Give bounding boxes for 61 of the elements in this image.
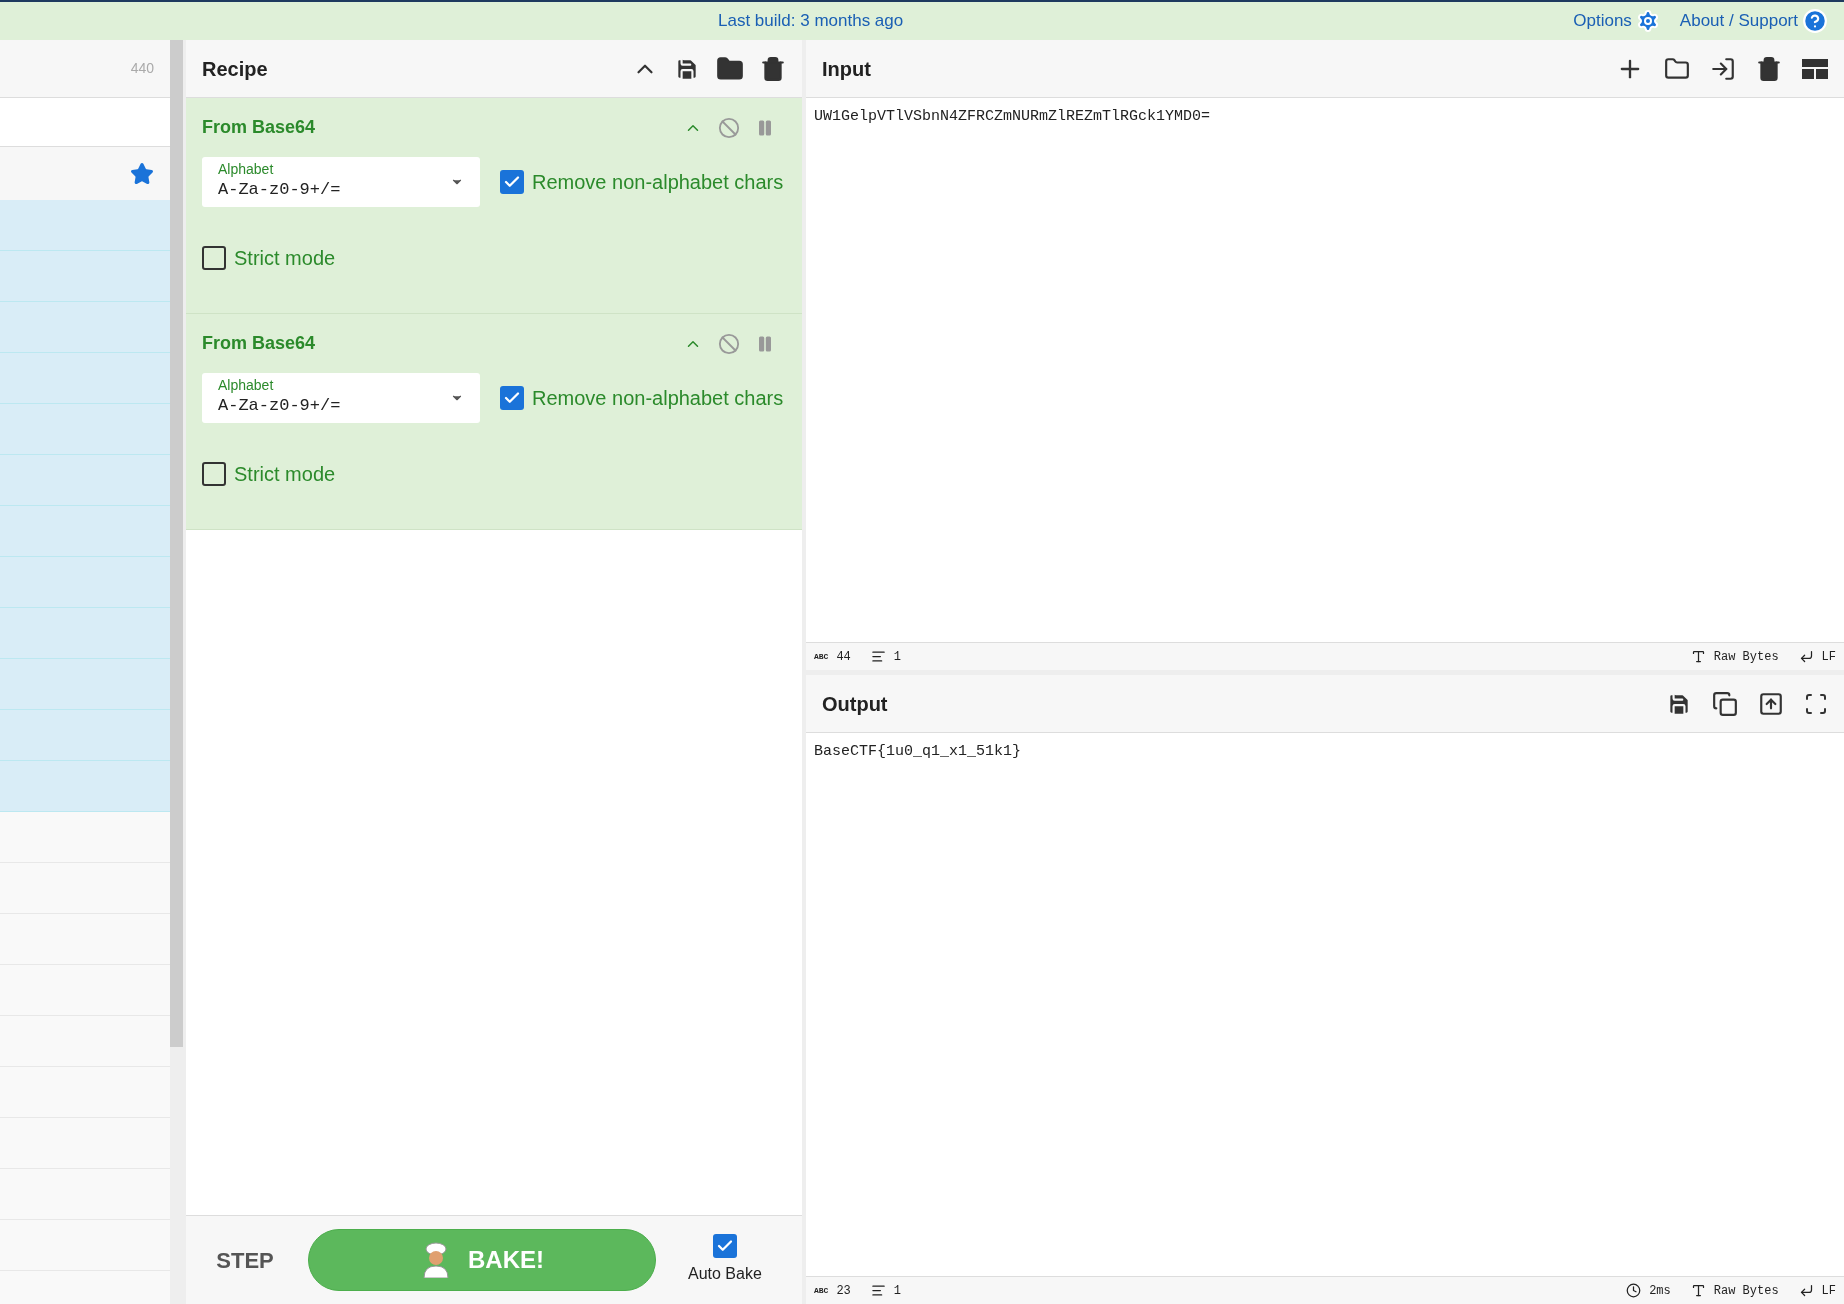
- help-icon[interactable]: [1802, 8, 1828, 34]
- checkbox[interactable]: [500, 170, 524, 194]
- chef-icon: [420, 1242, 452, 1278]
- operation-count: 440: [130, 59, 154, 78]
- checkbox[interactable]: [202, 246, 226, 270]
- settings-icon[interactable]: [1635, 9, 1660, 33]
- line-count: 1: [893, 648, 901, 666]
- lines-icon: [870, 1283, 886, 1298]
- folder-icon[interactable]: [716, 54, 744, 83]
- build-notice: Last build: 3 months ago: [718, 10, 904, 33]
- input-title: Input: [822, 56, 871, 82]
- recipe-title: Recipe: [202, 56, 268, 82]
- checkbox[interactable]: [202, 462, 226, 486]
- text-size-icon[interactable]: [1690, 649, 1706, 664]
- pause-icon[interactable]: [756, 118, 774, 137]
- import-icon[interactable]: [1710, 55, 1736, 82]
- length-count: 44: [836, 648, 851, 666]
- alphabet-dropdown[interactable]: Alphabet A-Za-z0-9+/=: [202, 157, 480, 207]
- encoding-label[interactable]: Raw Bytes: [1713, 647, 1779, 666]
- eol-label[interactable]: LF: [1821, 1281, 1836, 1300]
- top-link[interactable]: Options: [1573, 8, 1660, 34]
- folder-icon[interactable]: [1664, 55, 1690, 82]
- clock-icon: [1626, 1283, 1642, 1298]
- checkbox-label: Remove non-alphabet chars: [532, 386, 784, 411]
- alphabet-dropdown[interactable]: Alphabet A-Za-z0-9+/=: [202, 373, 480, 423]
- disable-icon[interactable]: [718, 116, 740, 139]
- return-icon[interactable]: [1798, 1283, 1814, 1298]
- layout-icon[interactable]: [1802, 58, 1828, 79]
- checkbox[interactable]: [712, 1234, 737, 1258]
- length-count: 23: [836, 1282, 851, 1300]
- time-taken: 2ms: [1649, 1282, 1671, 1300]
- checkbox-label: Strict mode: [234, 462, 336, 487]
- star-icon[interactable]: [130, 161, 154, 186]
- lines-icon: [870, 649, 886, 664]
- upload-icon[interactable]: [1758, 690, 1784, 717]
- length-label: ABC: [814, 650, 829, 663]
- operation-name: From Base64: [202, 116, 316, 139]
- maximise-icon[interactable]: [1804, 691, 1828, 716]
- checkbox-label: Remove non-alphabet chars: [532, 170, 784, 195]
- text-size-icon[interactable]: [1690, 1283, 1706, 1298]
- checkbox-label: Strict mode: [234, 246, 336, 271]
- checkbox[interactable]: [500, 386, 524, 410]
- return-icon[interactable]: [1798, 649, 1814, 664]
- operation-name: From Base64: [202, 332, 316, 355]
- copy-icon[interactable]: [1712, 690, 1738, 717]
- encoding-label[interactable]: Raw Bytes: [1713, 1281, 1779, 1300]
- delete-icon[interactable]: [1756, 55, 1782, 82]
- step-button[interactable]: STEP: [210, 1243, 280, 1277]
- search-field[interactable]: [0, 98, 170, 147]
- output-title: Output: [822, 691, 888, 717]
- eol-label[interactable]: LF: [1821, 647, 1836, 666]
- top-link[interactable]: About / Support: [1679, 8, 1828, 34]
- line-count: 1: [893, 1282, 901, 1300]
- disable-icon[interactable]: [718, 332, 740, 355]
- delete-icon[interactable]: [760, 55, 786, 82]
- output-text-area: BaseCTF{1u0_q1_x1_51k1}: [806, 733, 1844, 1276]
- auto-bake-label: Auto Bake: [688, 1264, 762, 1284]
- scrollbar-thumb[interactable]: [170, 40, 183, 1047]
- pause-icon[interactable]: [756, 334, 774, 353]
- length-label: ABC: [814, 1284, 829, 1297]
- input-text-area[interactable]: UW1GelpVTlVSbnN4ZFRCZmNURmZlREZmTlRGck1YMD0=: [806, 98, 1844, 642]
